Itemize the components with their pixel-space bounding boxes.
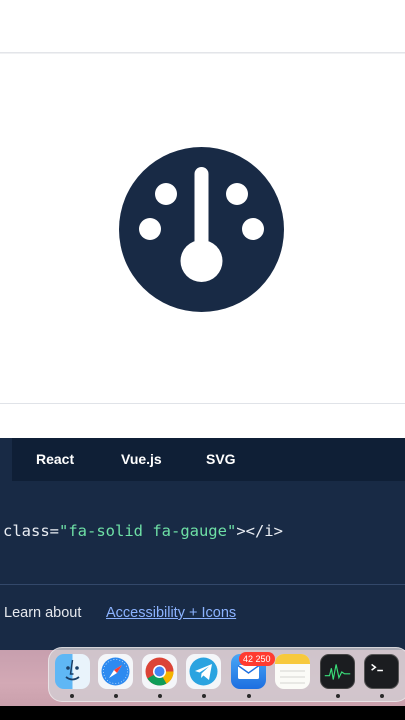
terminal-running-indicator <box>380 694 384 698</box>
finder-running-indicator <box>70 694 74 698</box>
tab-vuejs[interactable]: Vue.js <box>121 438 162 481</box>
telegram-icon[interactable] <box>186 654 221 689</box>
code-divider <box>0 584 405 585</box>
code-panel: React Vue.js SVG class="fa-solid fa-gaug… <box>0 438 405 650</box>
code-close-tag: ></i> <box>236 522 283 540</box>
tab-svg[interactable]: SVG <box>206 438 236 481</box>
tab-react[interactable]: React <box>36 438 74 481</box>
code-attr: class= <box>3 522 59 540</box>
finder-icon[interactable] <box>55 654 90 689</box>
safari-running-indicator <box>114 694 118 698</box>
activity-monitor-running-indicator <box>336 694 340 698</box>
learn-about-text: Learn about <box>4 605 82 621</box>
top-divider <box>0 52 405 53</box>
mail-running-indicator <box>247 694 251 698</box>
activity-monitor-icon[interactable] <box>320 654 355 689</box>
safari-icon[interactable] <box>98 654 133 689</box>
code-class-value: "fa-solid fa-gauge" <box>59 522 237 540</box>
mail-unread-badge: 42 250 <box>239 652 275 666</box>
spacer <box>0 404 405 438</box>
gauge-icon <box>119 147 284 312</box>
terminal-icon[interactable] <box>364 654 399 689</box>
bottom-bar <box>0 706 405 720</box>
notes-icon[interactable] <box>275 654 310 689</box>
top-strip <box>0 0 405 53</box>
code-snippet[interactable]: class="fa-solid fa-gauge"></i> <box>3 522 283 540</box>
telegram-running-indicator <box>202 694 206 698</box>
chrome-icon[interactable] <box>142 654 177 689</box>
chrome-running-indicator <box>158 694 162 698</box>
accessibility-icons-link[interactable]: Accessibility + Icons <box>106 605 236 621</box>
tab-html-active[interactable] <box>0 438 12 481</box>
